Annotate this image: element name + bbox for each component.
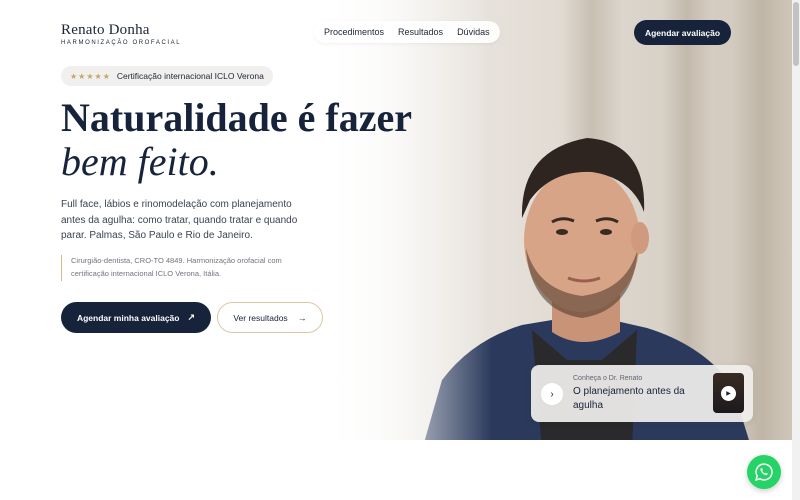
video-card-title: O planejamento antes da agulha <box>573 386 685 411</box>
logo[interactable]: Renato Donha HARMONIZAÇÃO OROFACIAL <box>61 22 181 46</box>
play-icon[interactable]: ▶ <box>721 386 736 401</box>
hero-lead: Full face, lábios e rinomodelação com pl… <box>61 199 298 241</box>
logo-name: Renato Donha <box>61 22 150 38</box>
certification-badge: ★★★★★ Certificação internacional ICLO Ve… <box>61 66 273 86</box>
video-thumbnail[interactable]: ▶ <box>713 373 744 413</box>
see-results-label: Ver resultados <box>233 312 288 323</box>
header-cta-button[interactable]: Agendar avaliação <box>634 20 731 45</box>
scrollbar[interactable] <box>792 0 800 500</box>
nav-item-procedimentos[interactable]: Procedimentos <box>324 27 384 37</box>
logo-subtitle: HARMONIZAÇÃO OROFACIAL <box>61 40 182 46</box>
scrollbar-thumb[interactable] <box>793 2 799 66</box>
star-rating-icon: ★★★★★ <box>70 71 111 81</box>
hero-headline-italic: bem feito. <box>61 139 219 184</box>
credentials-note: Cirurgião-dentista, CRO-TO 4849. Harmoni… <box>61 255 311 281</box>
nav-item-resultados[interactable]: Resultados <box>398 27 443 37</box>
badge-text: Certificação internacional ICLO Verona <box>116 71 264 81</box>
hero-headline: Naturalidade é fazer <box>61 95 413 140</box>
schedule-evaluation-label: Agendar minha avaliação <box>76 312 180 323</box>
arrow-up-right-icon: ↗ <box>187 312 196 322</box>
whatsapp-icon <box>755 463 773 481</box>
video-card-kicker: Conheça o Dr. Renato <box>573 375 643 382</box>
see-results-button[interactable]: Ver resultados → <box>217 302 323 333</box>
video-card[interactable]: › Conheça o Dr. Renato O planejamento an… <box>531 365 753 422</box>
schedule-evaluation-button[interactable]: Agendar minha avaliação ↗ <box>61 302 211 333</box>
arrow-right-icon: → <box>297 312 307 323</box>
whatsapp-button[interactable] <box>747 455 781 489</box>
nav-item-duvidas[interactable]: Dúvidas <box>457 27 490 37</box>
chevron-right-icon[interactable]: › <box>541 383 563 405</box>
credentials-text: Cirurgião-dentista, CRO-TO 4849. Harmoni… <box>71 256 282 278</box>
main-nav: Procedimentos Resultados Dúvidas <box>314 21 500 43</box>
